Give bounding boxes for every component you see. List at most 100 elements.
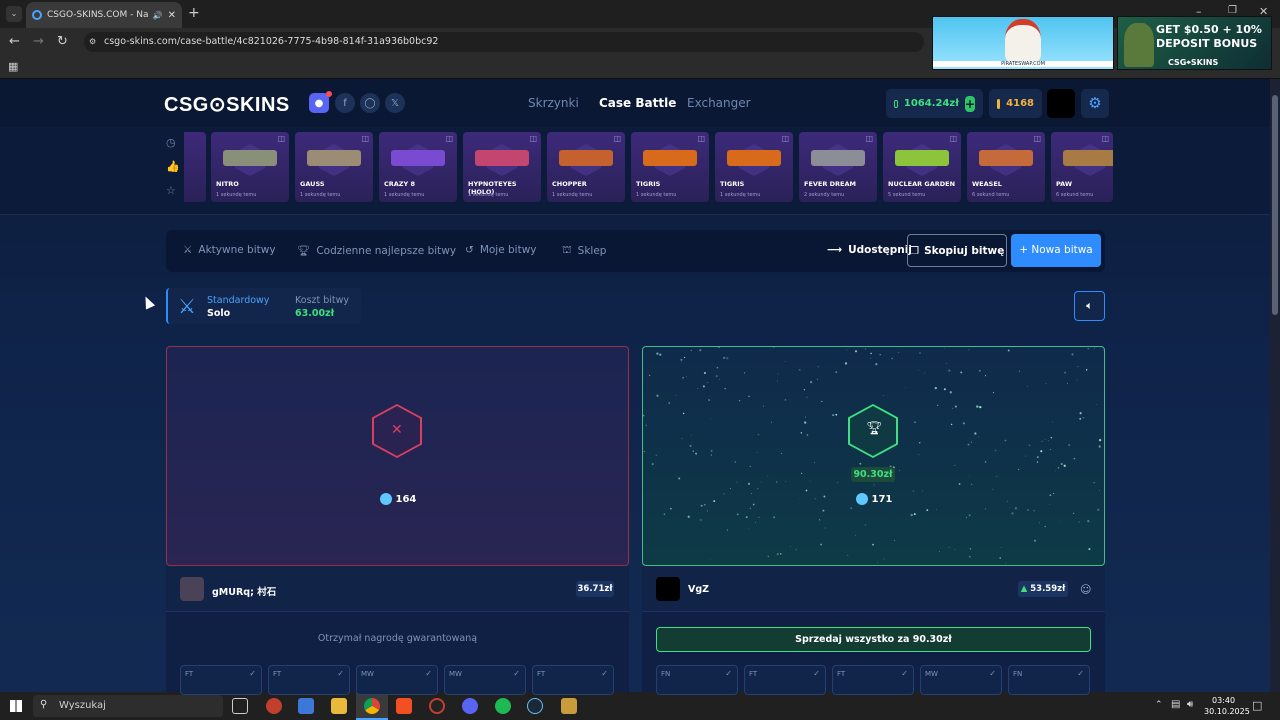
steam-icon[interactable] <box>527 698 543 714</box>
tab-active-battles[interactable]: ⚔ Aktywne bitwy <box>183 244 276 256</box>
nav-exchanger[interactable]: Exchanger <box>687 96 751 110</box>
instagram-icon[interactable]: ◯ <box>360 93 380 113</box>
drop-card[interactable]: ◫ PAW 6 sekund temu <box>1051 132 1113 202</box>
window-maximize-icon[interactable]: ❐ <box>1228 5 1237 16</box>
thumbs-up-icon[interactable]: 👍 <box>166 160 180 173</box>
tab-shop[interactable]: ⛫ Sklep <box>562 244 606 258</box>
deposit-plus-icon[interactable]: + <box>964 95 975 112</box>
right-player-name[interactable]: VgZ <box>688 584 709 595</box>
star-dot <box>798 368 801 371</box>
drop-card[interactable]: ◫ HYPNOTEYES (HOLO) 1 sekundę temu <box>463 132 541 202</box>
x-twitter-icon[interactable]: 𝕏 <box>385 93 405 113</box>
drop-card[interactable]: ◫ TIGRIS 1 sekundę temu <box>715 132 793 202</box>
drop-card[interactable]: ◫ CRAZY 8 1 sekundę temu <box>379 132 457 202</box>
tab-favicon-icon <box>32 10 42 20</box>
star-dot <box>1088 548 1091 551</box>
back-icon[interactable]: ← <box>9 34 20 49</box>
clock-time[interactable]: 03:40 <box>1212 696 1235 705</box>
forward-icon[interactable]: → <box>33 34 44 49</box>
item-card[interactable]: FT ✓ <box>832 665 914 695</box>
tab-audio-icon[interactable]: 🔊 <box>153 11 163 20</box>
item-card[interactable]: FN ✓ <box>1008 665 1090 695</box>
item-card[interactable]: MW ✓ <box>356 665 438 695</box>
windows-start-icon[interactable] <box>10 700 22 712</box>
item-card[interactable]: FT ✓ <box>744 665 826 695</box>
notifications-icon[interactable]: □ <box>1252 699 1262 712</box>
left-player-avatar[interactable] <box>180 577 204 601</box>
facebook-icon[interactable]: f <box>335 93 355 113</box>
history-icon: ↺ <box>465 244 474 256</box>
star-dot <box>758 516 760 518</box>
settings-gear-icon[interactable]: ⚙ <box>1081 89 1109 118</box>
tab-my-battles[interactable]: ↺ Moje bitwy <box>465 244 537 256</box>
star-dot <box>844 362 848 365</box>
search-placeholder: Wyszukaj <box>59 700 106 711</box>
cost-label: Koszt bitwy <box>295 295 350 306</box>
item-card[interactable]: FT ✓ <box>180 665 262 695</box>
clock-date[interactable]: 30.10.2025 <box>1204 707 1250 716</box>
scrollbar-thumb[interactable] <box>1272 95 1278 315</box>
site-logo[interactable]: CSG⊙SKINS <box>164 92 290 117</box>
left-player-name[interactable]: gMURq; 村石 <box>212 584 276 598</box>
taskbar-app-2[interactable] <box>298 698 314 714</box>
drop-card[interactable]: ◫ NITRO 1 sekundę temu <box>211 132 289 202</box>
drop-card[interactable]: ◫ TIGRIS 1 sekundę temu <box>631 132 709 202</box>
star-dot <box>710 454 712 456</box>
coin-icon <box>856 493 868 505</box>
nav-skrzynki[interactable]: Skrzynki <box>528 96 579 110</box>
drop-card[interactable]: ◫ FEVER DREAM 2 sekundy temu <box>799 132 877 202</box>
new-battle-button[interactable]: + Nowa bitwa <box>1011 234 1101 267</box>
url-input[interactable]: csgo-skins.com/case-battle/4c821026-7775… <box>84 32 924 52</box>
drop-card[interactable]: ◫ NUCLEAR GARDEN 5 sekund temu <box>883 132 961 202</box>
right-player-avatar[interactable] <box>656 577 680 601</box>
nav-case-battle[interactable]: Case Battle <box>599 96 676 110</box>
sound-toggle-button[interactable]: 🔈︎ <box>1074 291 1105 321</box>
new-tab-button[interactable]: + <box>188 5 200 21</box>
star-dot <box>689 444 692 447</box>
item-card[interactable]: MW ✓ <box>444 665 526 695</box>
drop-time: 1 sekundę temu <box>216 192 257 198</box>
task-view-icon[interactable] <box>232 698 248 714</box>
ad-banner-csgoskins[interactable]: GET $0.50 + 10% DEPOSIT BONUS CSG⌖SKINS <box>1117 16 1272 70</box>
coins-pill[interactable]: 4168 <box>989 89 1042 118</box>
item-card[interactable]: FT ✓ <box>268 665 350 695</box>
file-explorer-icon[interactable] <box>331 698 347 714</box>
item-card[interactable]: FN ✓ <box>656 665 738 695</box>
drop-card[interactable]: ◫ WEASEL 6 sekund temu <box>967 132 1045 202</box>
drop-card[interactable]: ◫ CHOPPER 1 sekundę temu <box>547 132 625 202</box>
discord-taskbar-icon[interactable] <box>462 698 478 714</box>
star-dot <box>870 357 872 359</box>
star-icon[interactable]: ☆ <box>166 184 176 197</box>
apps-grid-icon[interactable]: ▦ <box>8 60 18 73</box>
taskbar-app-3[interactable] <box>429 698 445 714</box>
reload-icon[interactable]: ↻ <box>57 34 68 49</box>
smiley-icon[interactable]: ☺ <box>1080 583 1091 596</box>
star-dot <box>994 449 997 452</box>
ad-banner-pirateswap[interactable]: PIRATESWAP.COM <box>932 16 1114 70</box>
copy-battle-button[interactable]: ❐ Skopiuj bitwę <box>907 234 1007 267</box>
network-icon[interactable]: ▤ <box>1171 699 1180 710</box>
browser-tab[interactable]: CSGO-SKINS.COM - Najlep 🔊 ✕ <box>26 2 182 28</box>
taskbar-app-4[interactable] <box>561 698 577 714</box>
spotify-icon[interactable] <box>495 698 511 714</box>
tray-chevron-icon[interactable]: ⌃ <box>1155 700 1163 710</box>
tab-search-icon[interactable]: ⌄ <box>6 6 22 22</box>
brave-icon[interactable] <box>396 698 412 714</box>
star-dot <box>703 371 706 375</box>
tab-daily-best[interactable]: 🏆︎ Codzienne najlepsze bitwy <box>297 244 456 258</box>
taskbar-search[interactable]: Wyszukaj <box>33 695 223 717</box>
user-avatar[interactable] <box>1047 89 1075 118</box>
balance-pill[interactable]: 1064.24zł + <box>886 89 983 118</box>
site-info-icon[interactable]: ⚙ <box>89 37 96 46</box>
volume-icon[interactable]: 🔊︎ <box>1187 699 1193 710</box>
sell-all-button[interactable]: Sprzedaj wszystko za 90.30zł <box>656 627 1091 652</box>
item-card[interactable]: MW ✓ <box>920 665 1002 695</box>
share-button[interactable]: ⟶ Udostępnij <box>827 244 912 256</box>
taskbar-app-1[interactable] <box>266 698 282 714</box>
item-card[interactable]: FT ✓ <box>532 665 614 695</box>
drop-card[interactable]: ◫ GAUSS 1 sekundę temu <box>295 132 373 202</box>
star-dot <box>773 516 775 519</box>
tab-close-icon[interactable]: ✕ <box>168 10 176 21</box>
history-clock-icon[interactable]: ◷ <box>166 136 176 149</box>
star-dot <box>695 452 697 455</box>
